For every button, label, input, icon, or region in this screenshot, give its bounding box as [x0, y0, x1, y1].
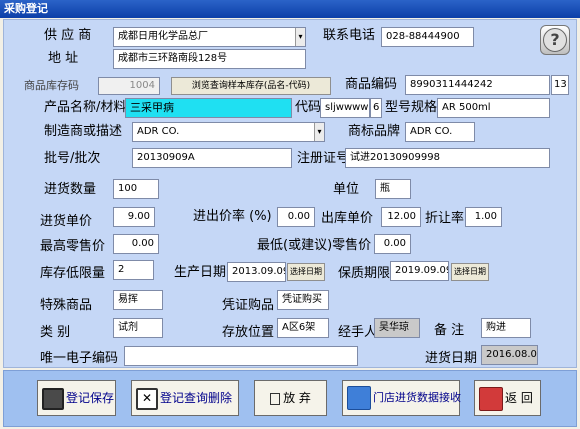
- brand-input[interactable]: ADR CO.: [405, 122, 475, 142]
- max-retail-input[interactable]: 0.00: [113, 234, 159, 254]
- product-name-input[interactable]: 三采甲病: [125, 98, 292, 118]
- unit-label: 单位: [333, 182, 360, 197]
- barcode-length: 13: [551, 75, 569, 95]
- prod-date-label: 生产日期: [174, 265, 227, 280]
- supplier-value: 成都日用化学品总厂: [118, 31, 208, 42]
- discount-label: 折让率: [425, 211, 465, 226]
- code-length: 6: [370, 98, 382, 118]
- question-icon: ?: [543, 28, 567, 52]
- reg-label: 注册证号: [297, 151, 350, 166]
- voucher-label: 凭证购品: [222, 298, 275, 313]
- stock-limit-label: 库存低限量: [40, 266, 106, 281]
- out-price-label: 出库单价: [321, 211, 374, 226]
- back-label: 返 回: [505, 391, 533, 405]
- diff-rate-input[interactable]: 0.00: [277, 207, 315, 227]
- purchase-date-label: 进货日期: [425, 351, 478, 366]
- back-button[interactable]: 返 回: [474, 380, 541, 416]
- phone-label: 联系电话: [323, 28, 376, 43]
- price-input[interactable]: 9.00: [113, 207, 155, 227]
- chevron-down-icon[interactable]: ▾: [295, 28, 305, 46]
- window-title: 采购登记: [0, 0, 580, 18]
- location-label: 存放位置: [222, 325, 275, 340]
- stock-limit-input[interactable]: 2: [113, 260, 154, 280]
- save-button-label: 登记保存: [66, 391, 115, 405]
- remark-label: 备 注: [434, 323, 465, 338]
- ecode-label: 唯一电子编码: [40, 351, 119, 366]
- reg-input[interactable]: 试进20130909998: [345, 148, 550, 168]
- browse-stock-button[interactable]: 浏览查询样本库存(品名-代码): [171, 77, 331, 95]
- qty-label: 进货数量: [44, 182, 97, 197]
- unit-input[interactable]: 瓶: [375, 179, 411, 199]
- save-button[interactable]: 登记保存: [37, 380, 116, 416]
- max-retail-label: 最高零售价: [40, 239, 106, 254]
- remark-input[interactable]: 购进: [481, 318, 531, 338]
- maker-label: 制造商或描述: [44, 124, 123, 139]
- address-label: 地 址: [48, 51, 79, 66]
- prod-date-input[interactable]: 2013.09.09: [227, 262, 286, 282]
- receive-data-button[interactable]: 门店进货数据接收: [342, 380, 461, 416]
- batch-label: 批号/批次: [44, 151, 101, 166]
- category-label: 类 别: [40, 325, 71, 340]
- min-retail-input[interactable]: 0.00: [374, 234, 411, 254]
- special-label: 特殊商品: [40, 298, 93, 313]
- barcode-label: 商品编码: [345, 77, 398, 92]
- supplier-select[interactable]: 成都日用化学品总厂 ▾: [113, 27, 306, 47]
- ecode-input[interactable]: [124, 346, 358, 366]
- min-retail-label: 最低(或建议)零售价: [257, 238, 372, 253]
- stock-code-field: 1004: [98, 77, 160, 95]
- diff-rate-label: 进出价率 (%): [193, 209, 272, 224]
- voucher-input[interactable]: 凭证购买: [277, 290, 329, 310]
- receive-data-label: 门店进货数据接收: [373, 391, 461, 404]
- brand-label: 商标品牌: [348, 124, 401, 139]
- price-label: 进货单价: [40, 214, 93, 229]
- prod-date-picker-button[interactable]: 选择日期: [287, 263, 325, 281]
- barcode-input[interactable]: 8990311444242: [405, 75, 550, 95]
- out-price-input[interactable]: 12.00: [381, 207, 421, 227]
- code-label: 代码: [295, 100, 322, 115]
- purchase-date-field: 2016.08.04: [481, 345, 538, 365]
- code-input[interactable]: sljwwww: [320, 98, 370, 118]
- supplier-label: 供 应 商: [44, 28, 92, 43]
- handler-label: 经手人: [338, 325, 378, 340]
- stock-code-label: 商品库存码: [24, 79, 79, 92]
- category-input[interactable]: 试剂: [113, 318, 163, 338]
- expiry-picker-button[interactable]: 选择日期: [451, 263, 489, 281]
- delete-x-icon: ✕: [136, 387, 158, 410]
- document-icon: [270, 392, 281, 405]
- chevron-down-icon[interactable]: ▾: [314, 123, 324, 141]
- handler-input[interactable]: 吴华琼: [374, 318, 420, 338]
- product-name-label: 产品名称/材料: [44, 100, 127, 115]
- expiry-input[interactable]: 2019.09.09: [390, 261, 449, 281]
- address-input[interactable]: 成都市三环路南段128号: [113, 49, 306, 69]
- cancel-label: 放 弃: [283, 391, 311, 405]
- maker-select[interactable]: ADR CO. ▾: [132, 122, 325, 142]
- qty-input[interactable]: 100: [113, 179, 159, 199]
- floppy-disk-icon: [42, 387, 64, 410]
- discount-input[interactable]: 1.00: [465, 207, 502, 227]
- computer-icon: [347, 386, 371, 410]
- model-label: 型号规格: [385, 100, 438, 115]
- expiry-label: 保质期限: [338, 266, 391, 281]
- model-input[interactable]: AR 500ml: [437, 98, 550, 118]
- phone-input[interactable]: 028-88444900: [381, 27, 474, 47]
- batch-input[interactable]: 20130909A: [132, 148, 292, 168]
- maker-value: ADR CO.: [137, 126, 180, 137]
- location-input[interactable]: A区6架: [277, 318, 329, 338]
- query-delete-label: 登记查询删除: [160, 391, 233, 405]
- exit-door-icon: [479, 386, 503, 411]
- query-delete-button[interactable]: ✕ 登记查询删除: [131, 380, 239, 416]
- help-button[interactable]: ?: [540, 25, 570, 55]
- cancel-button[interactable]: 放 弃: [254, 380, 327, 416]
- special-input[interactable]: 易挥: [113, 290, 163, 310]
